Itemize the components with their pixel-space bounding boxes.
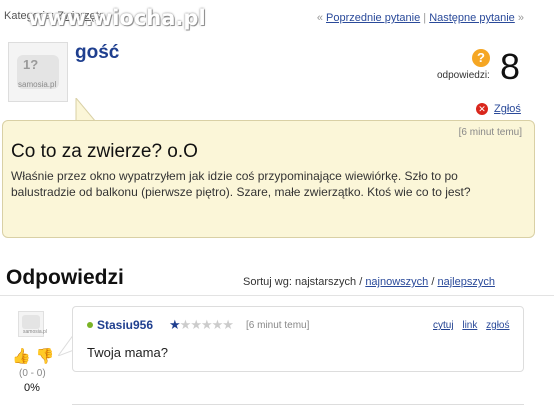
answer-username[interactable]: Stasiu956 [97,318,153,332]
answer-actions: cytuj link zgłoś [433,320,516,331]
question-nav: « Poprzednie pytanie | Następne pytanie … [317,12,524,24]
vote-percent: 0% [24,382,40,394]
speech-bubble-tail [75,98,97,122]
thumbs-up-icon[interactable]: 👍 [12,348,31,365]
vote-count: (0 - 0) [19,368,46,379]
next-arrow: » [517,12,524,24]
question-bubble: [6 minut temu] Co to za zwierze? o.O Wła… [2,120,535,238]
sort-option-newest[interactable]: najnowszych [365,276,428,288]
avatar-label: samosia.pl [18,80,57,89]
answer-avatar[interactable]: samosia.pl [18,311,47,337]
star-icon: ★ [190,317,202,332]
author-avatar[interactable]: 1? samosia.pl [8,42,68,102]
question-time: [6 minut temu] [458,127,522,138]
answer-text: Twoja mama? [87,345,168,360]
sort-separator: / [431,276,435,288]
star-icon: ★ [200,317,213,332]
section-divider [0,295,554,296]
report-link[interactable]: Zgłoś [494,103,521,115]
star-icon: ★ [222,317,234,332]
next-question-link[interactable]: Następne pytanie [429,12,515,24]
sort-label: Sortuj wg: [243,276,292,288]
avatar-mark: 1? [23,57,39,72]
x-circle-icon[interactable]: ✕ [476,103,488,115]
prev-question-link[interactable]: Poprzednie pytanie [326,12,420,24]
answer-bubble: Stasiu956 ★★★★★★ [6 minut temu] cytuj li… [72,306,524,372]
answer-time: [6 minut temu] [246,320,310,331]
question-icon: ? [472,49,490,67]
star-icon: ★ [169,317,181,332]
answers-count: 8 [500,46,521,87]
sort-option-best[interactable]: najlepszych [437,276,494,288]
author-name[interactable]: gość [75,42,119,64]
watermark-logo: www.wiocha.pl [28,6,206,30]
vote-buttons: 👍 👎 [12,347,54,365]
avatar-label: samosia.pl [23,329,47,335]
section-divider [72,404,524,405]
answers-heading: Odpowiedzi [6,266,124,289]
prev-arrow: « [316,12,323,24]
star-icon: ★ [211,317,224,332]
report-answer-link[interactable]: zgłoś [486,320,509,331]
rating-stars: ★★★★★★ [169,317,234,333]
avatar-placeholder [22,315,40,329]
question-body: Właśnie przez okno wypatrzyłem jak idzie… [11,169,471,199]
answers-count-label: odpowiedzi: [437,70,490,81]
cite-link[interactable]: cytuj [433,320,454,331]
nav-separator: | [423,12,427,24]
sort-separator: / [359,276,363,288]
online-status-icon [87,322,93,328]
sort-bar: Sortuj wg: najstarszych / najnowszych / … [243,276,495,288]
star-icon: ★ [179,317,192,332]
permalink-link[interactable]: link [462,320,477,331]
sort-option-oldest[interactable]: najstarszych [295,276,356,288]
thumbs-down-icon[interactable]: 👎 [36,348,55,365]
question-title: Co to za zwierze? o.O [11,141,198,162]
